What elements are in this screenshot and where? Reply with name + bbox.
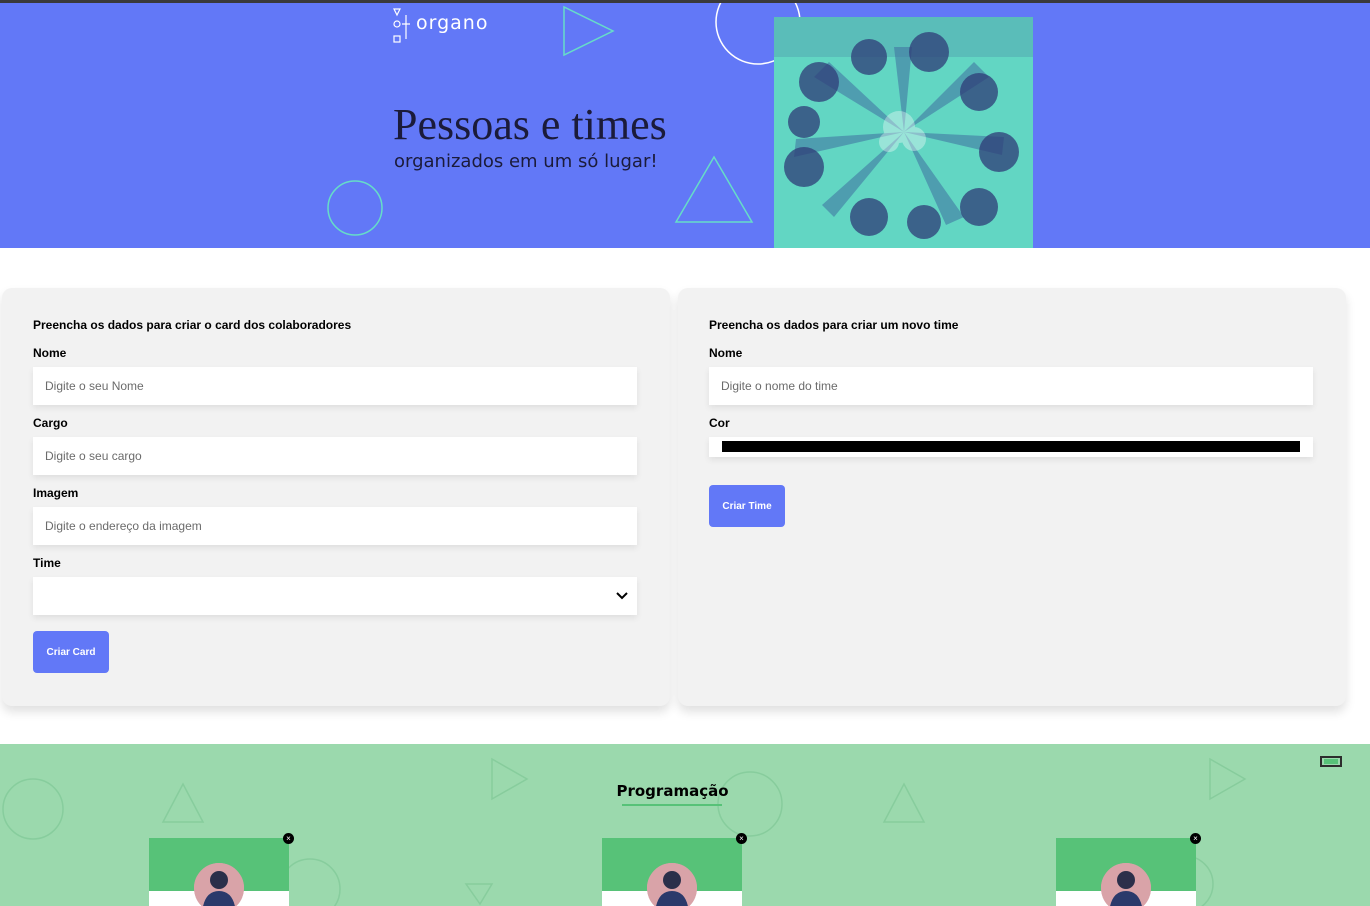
- hero-title: Pessoas e times: [393, 100, 667, 149]
- delete-member-button[interactable]: ×: [283, 833, 294, 844]
- color-swatch: [722, 441, 1300, 452]
- name-label: Nome: [33, 346, 67, 360]
- logo[interactable]: organo: [392, 6, 488, 44]
- delete-member-button[interactable]: ×: [1190, 833, 1201, 844]
- avatar: [194, 863, 244, 906]
- team-color-input[interactable]: [709, 437, 1313, 457]
- team-color-toggle[interactable]: [1320, 756, 1342, 767]
- chevron-down-icon: [616, 592, 628, 600]
- team-section-programacao: Programação × × ×: [0, 744, 1370, 906]
- team-section-title: Programação: [616, 782, 729, 800]
- hero-subtitle: organizados em um só lugar!: [394, 151, 658, 172]
- role-input[interactable]: [33, 437, 637, 475]
- logo-text: organo: [416, 12, 489, 34]
- avatar: [647, 863, 697, 906]
- team-name-label: Nome: [709, 346, 743, 360]
- team-name-input[interactable]: [709, 367, 1313, 405]
- create-card-button[interactable]: Criar Card: [33, 631, 109, 673]
- collaborator-form: Preencha os dados para criar o card dos …: [2, 288, 670, 706]
- hero-team-photo: [774, 17, 1033, 248]
- image-label: Imagem: [33, 486, 79, 500]
- avatar: [1101, 863, 1151, 906]
- team-form-heading: Preencha os dados para criar um novo tim…: [709, 318, 959, 332]
- logo-mark-icon: [393, 8, 410, 43]
- banner-decoration: [327, 3, 801, 236]
- name-input[interactable]: [33, 367, 637, 405]
- circle-shape-bottom: [327, 180, 383, 236]
- member-card: ×: [602, 833, 747, 906]
- role-label: Cargo: [33, 416, 68, 430]
- team-hands-illustration: [774, 17, 1033, 248]
- create-team-button[interactable]: Criar Time: [709, 485, 785, 527]
- team-label: Time: [33, 556, 61, 570]
- team-form: Preencha os dados para criar um novo tim…: [678, 288, 1346, 706]
- delete-member-button[interactable]: ×: [736, 833, 747, 844]
- collaborator-form-heading: Preencha os dados para criar o card dos …: [33, 318, 352, 332]
- banner: organo Pessoas e times organizados em um…: [0, 3, 1370, 248]
- member-card: ×: [1056, 833, 1201, 906]
- member-card: ×: [149, 833, 294, 906]
- team-title-underline: [622, 804, 722, 806]
- team-color-label: Cor: [709, 416, 730, 430]
- triangle-shape: [674, 155, 754, 223]
- triangle-play-shape: [563, 5, 615, 57]
- team-select[interactable]: [33, 577, 637, 615]
- image-input[interactable]: [33, 507, 637, 545]
